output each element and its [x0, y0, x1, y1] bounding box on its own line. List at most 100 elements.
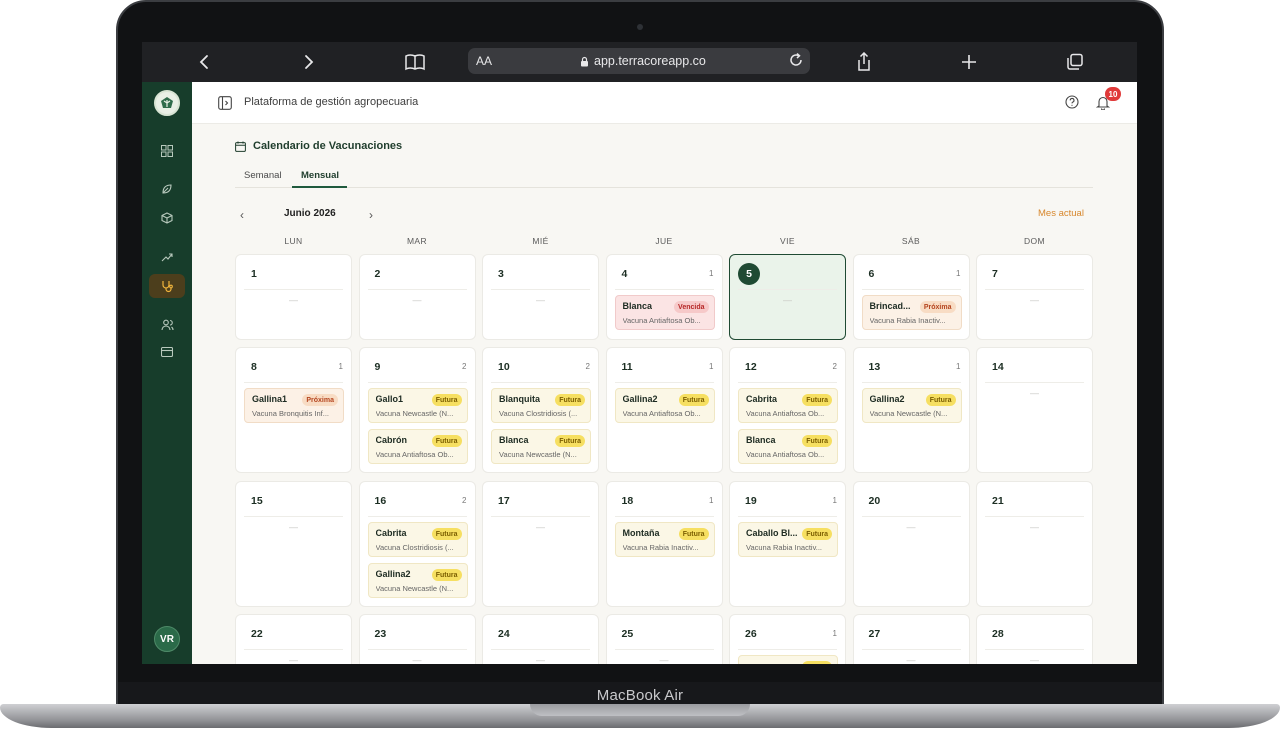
tab-mensual[interactable]: Mensual — [301, 170, 339, 181]
day-divider — [738, 649, 837, 650]
calendar-day[interactable]: 13 1 Gallina2 Futura Vacuna Newcastle (N... — [852, 347, 970, 473]
vaccination-event[interactable]: Gallina2 Futura Vacuna Newcastle (N... — [861, 388, 962, 423]
event-animal-name: Blanquita — [499, 394, 541, 404]
calendar-page: Calendario de Vacunaciones Semanal Mensu… — [192, 124, 1137, 664]
calendar-day[interactable]: 2— — [358, 254, 476, 340]
vaccination-event[interactable]: Gallo1 Futura Vacuna Newcastle (N... — [367, 388, 468, 423]
calendar-day[interactable]: 27 — — [852, 614, 970, 664]
empty-day-dash: — — [412, 295, 422, 305]
calendar-day[interactable]: 4 1 Blanca Vencida Vacuna Antiaftosa Ob... — [605, 254, 723, 340]
vaccination-event[interactable]: Cabrón Futura Vacuna Antiaftosa Ob... — [367, 429, 468, 464]
day-number: 3 — [498, 268, 504, 280]
card-icon[interactable] — [155, 340, 179, 364]
day-divider — [738, 382, 837, 383]
next-month-button[interactable]: › — [369, 208, 373, 222]
calendar-day[interactable]: 14 — — [976, 347, 1093, 473]
vaccination-event[interactable]: Futura — [738, 655, 838, 664]
prev-month-button[interactable]: ‹ — [240, 208, 244, 222]
weekday-header: LUN MAR MIÉ JUE VIE SÁB DOM — [235, 236, 1093, 250]
vaccination-event[interactable]: Brincad... Próxima Vacuna Rabia Inactiv... — [861, 295, 962, 330]
users-icon[interactable] — [155, 313, 179, 337]
calendar-day[interactable]: 1— — [235, 254, 352, 340]
day-number: 27 — [868, 628, 881, 640]
vaccination-event[interactable]: Cabrita Futura Vacuna Antiaftosa Ob... — [738, 388, 838, 423]
day-number: 1 — [251, 268, 257, 280]
current-month-button[interactable]: Mes actual — [1038, 208, 1084, 219]
calendar-day[interactable]: 26 1 Futura — [729, 614, 846, 664]
url-text: app.terracoreapp.co — [594, 54, 706, 68]
leaf-icon[interactable] — [155, 177, 179, 201]
tab-semanal[interactable]: Semanal — [244, 170, 282, 181]
reader-aa-button[interactable]: AA — [476, 54, 492, 68]
vaccination-event[interactable]: Blanquita Futura Vacuna Clostridiosis (... — [491, 388, 591, 423]
day-number: 7 — [992, 268, 998, 280]
vaccination-event[interactable]: Gallina1 Próxima Vacuna Bronquitis Inf... — [244, 388, 344, 423]
calendar-day[interactable]: 18 1 Montaña Futura Vacuna Rabia Inactiv... — [605, 481, 723, 607]
event-count: 2 — [462, 362, 467, 371]
help-icon[interactable] — [1065, 95, 1079, 114]
month-label: Junio 2026 — [284, 208, 336, 219]
vaccination-event[interactable]: Caballo Bl... Futura Vacuna Rabia Inactiv.… — [738, 522, 838, 557]
day-divider — [861, 289, 961, 290]
vaccination-event[interactable]: Gallina2 Futura Vacuna Newcastle (N... — [367, 563, 468, 598]
vaccination-event[interactable]: Blanca Futura Vacuna Newcastle (N... — [491, 429, 591, 464]
share-icon[interactable] — [852, 50, 876, 74]
event-status-badge: Futura — [555, 394, 585, 406]
calendar-day[interactable]: 9 2 Gallo1 Futura Vacuna Newcastle (N... Cabr… — [358, 347, 476, 473]
day-divider — [738, 516, 837, 517]
event-status-badge: Futura — [678, 528, 709, 540]
vaccination-event[interactable]: Blanca Vencida Vacuna Antiaftosa Ob... — [614, 295, 715, 330]
calendar-day[interactable]: 15 — — [235, 481, 352, 607]
forward-icon[interactable] — [297, 50, 321, 74]
sidebar-toggle-icon[interactable] — [218, 96, 232, 115]
calendar-day[interactable]: 25 — — [605, 614, 723, 664]
calendar-day[interactable]: 21 — — [976, 481, 1093, 607]
reload-icon[interactable] — [788, 52, 804, 73]
new-tab-icon[interactable] — [957, 50, 981, 74]
vaccination-event[interactable]: Blanca Futura Vacuna Antiaftosa Ob... — [738, 429, 838, 464]
bookmarks-icon[interactable] — [403, 50, 427, 74]
empty-day-dash: — — [1030, 388, 1039, 398]
event-count: 1 — [956, 362, 961, 371]
vaccination-event[interactable]: Gallina2 Futura Vacuna Antiaftosa Ob... — [614, 388, 715, 423]
user-avatar[interactable]: VR — [154, 626, 180, 652]
event-status-badge: Futura — [431, 435, 462, 447]
address-bar[interactable]: AA app.terracoreapp.co — [468, 48, 810, 74]
trend-icon[interactable] — [155, 245, 179, 269]
day-number: 22 — [251, 628, 263, 640]
calendar-day[interactable]: 17 — — [482, 481, 599, 607]
calendar-day[interactable]: 23 — — [358, 614, 476, 664]
box-icon[interactable] — [155, 206, 179, 230]
calendar-day[interactable]: 19 1 Caballo Bl... Futura Vacuna Rabia Inact… — [729, 481, 846, 607]
calendar-day[interactable]: 20 — — [852, 481, 970, 607]
app-logo[interactable] — [154, 90, 180, 116]
vaccination-event[interactable]: Cabrita Futura Vacuna Clostridiosis (... — [367, 522, 468, 557]
event-status-badge: Futura — [802, 528, 832, 540]
empty-day-dash: — — [1030, 295, 1039, 305]
calendar-day[interactable]: 7— — [976, 254, 1093, 340]
calendar-day[interactable]: 3— — [482, 254, 599, 340]
weekday-label: VIE — [780, 236, 795, 246]
calendar-day[interactable]: 8 1 Gallina1 Próxima Vacuna Bronquitis Inf..… — [235, 347, 352, 473]
calendar-day[interactable]: 22 — — [235, 614, 352, 664]
calendar-title-row: Calendario de Vacunaciones — [235, 140, 402, 152]
calendar-day[interactable]: 10 2 Blanquita Futura Vacuna Clostridiosis (… — [482, 347, 599, 473]
vaccination-event[interactable]: Montaña Futura Vacuna Rabia Inactiv... — [614, 522, 715, 557]
calendar-day[interactable]: 12 2 Cabrita Futura Vacuna Antiaftosa Ob... B… — [729, 347, 846, 473]
day-divider — [985, 289, 1084, 290]
empty-day-dash: — — [1030, 522, 1039, 532]
day-number: 5 — [738, 263, 760, 285]
event-count: 1 — [709, 269, 714, 278]
dashboard-grid-icon[interactable] — [155, 139, 179, 163]
stethoscope-icon[interactable] — [149, 274, 185, 298]
event-vaccine-desc: Vacuna Rabia Inactiv... — [746, 543, 823, 552]
calendar-day[interactable]: 11 1 Gallina2 Futura Vacuna Antiaftosa Ob... — [605, 347, 723, 473]
calendar-day[interactable]: 24 — — [482, 614, 599, 664]
back-icon[interactable] — [192, 50, 216, 74]
calendar-day[interactable]: 16 2 Cabrita Futura Vacuna Clostridiosis (..… — [358, 481, 476, 607]
calendar-day[interactable]: 28 — — [976, 614, 1093, 664]
weekday-label: JUE — [655, 236, 673, 246]
calendar-day-today[interactable]: 5— — [729, 254, 846, 340]
calendar-day[interactable]: 6 1 Brincad... Próxima Vacuna Rabia Inactiv.… — [852, 254, 970, 340]
tabs-overview-icon[interactable] — [1063, 50, 1087, 74]
